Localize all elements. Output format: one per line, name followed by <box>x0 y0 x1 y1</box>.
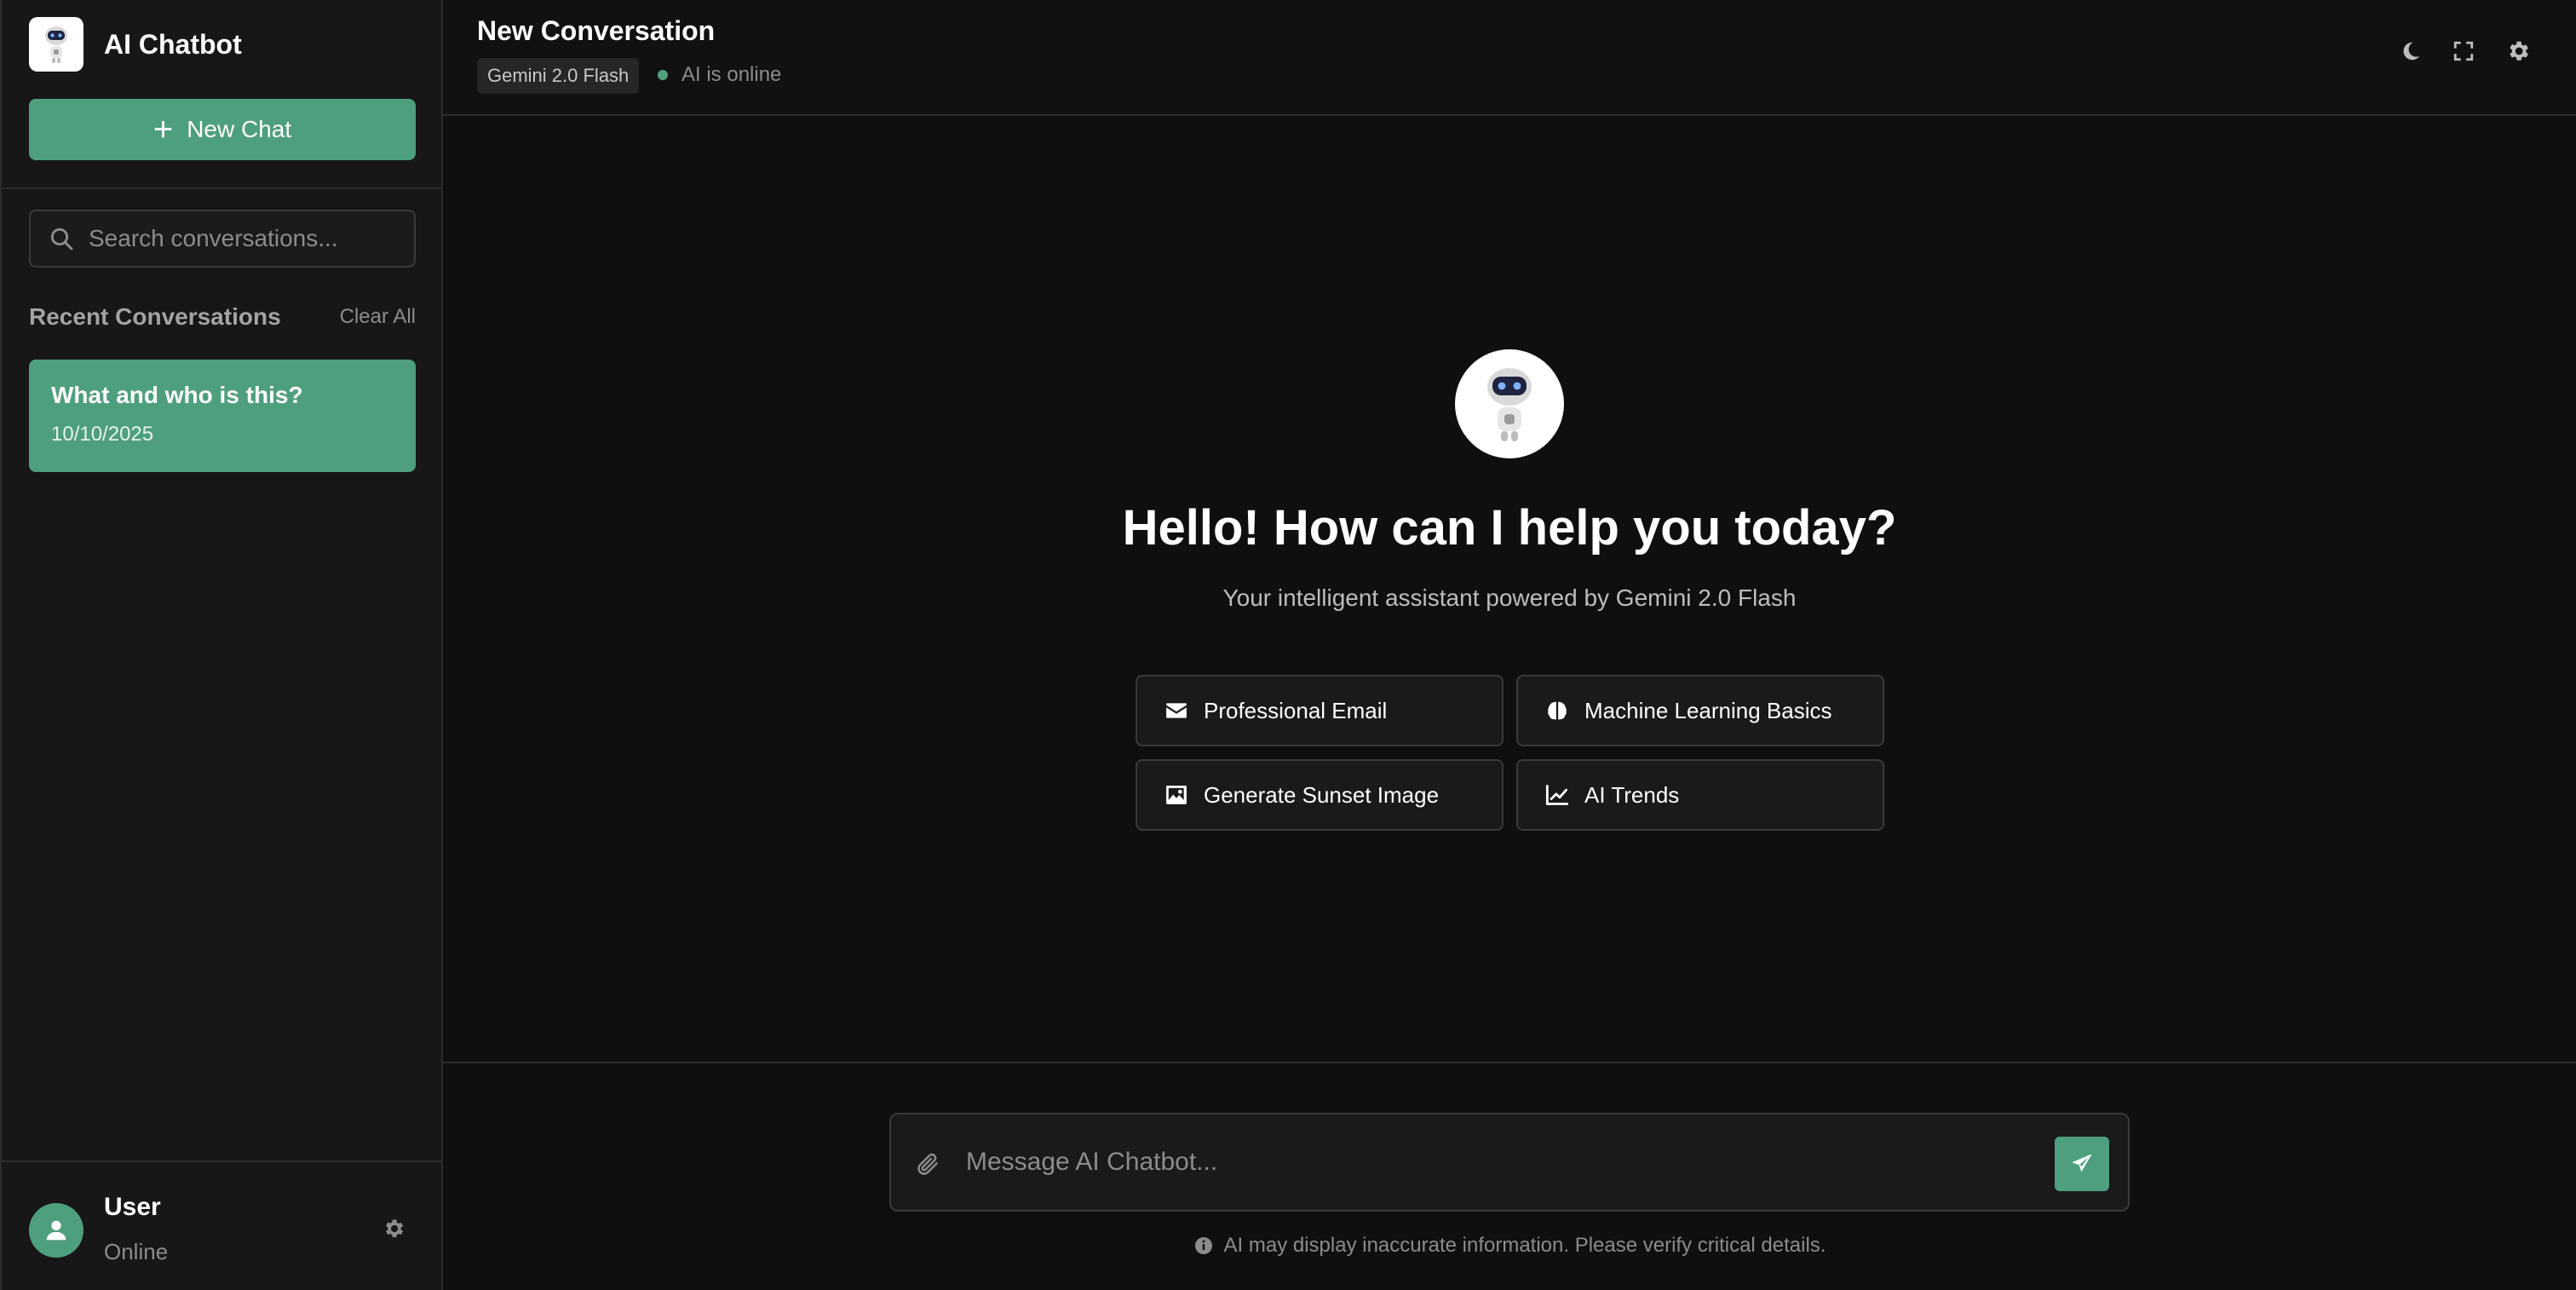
image-icon <box>1164 783 1188 807</box>
model-badge: Gemini 2.0 Flash <box>477 58 640 94</box>
recent-header: Recent Conversations Clear All <box>29 303 416 331</box>
attach-button[interactable] <box>915 1150 940 1182</box>
message-composer <box>889 1113 2130 1212</box>
fullscreen-button[interactable] <box>2447 34 2481 68</box>
sidebar-divider <box>2 187 443 189</box>
search-box[interactable] <box>29 210 416 268</box>
brand: AI Chatbot <box>29 17 242 72</box>
suggestion-label: Professional Email <box>1204 697 1388 723</box>
user-icon <box>46 1220 66 1241</box>
disclaimer-text: AI may display inaccurate information. P… <box>1223 1234 1826 1257</box>
fullscreen-icon <box>2453 41 2474 61</box>
moon-icon <box>2403 42 2420 60</box>
suggestion-label: AI Trends <box>1584 781 1680 808</box>
envelope-icon <box>1164 699 1188 723</box>
assistant-avatar <box>1455 349 1564 458</box>
search-input[interactable] <box>89 225 395 252</box>
new-chat-button[interactable]: + New Chat <box>29 99 416 160</box>
sidebar: AI Chatbot + New Chat Recent Conversatio… <box>0 0 443 1290</box>
plus-icon: + <box>152 111 174 148</box>
message-input[interactable] <box>966 1143 1988 1181</box>
chart-line-icon <box>1545 783 1569 807</box>
new-chat-label: New Chat <box>187 116 292 142</box>
chat-header: New Conversation Gemini 2.0 Flash AI is … <box>443 0 2576 116</box>
conversation-date: 10/10/2025 <box>51 423 154 446</box>
ai-status-text: AI is online <box>681 63 782 86</box>
welcome-subtitle: Your intelligent assistant powered by Ge… <box>1222 585 1797 611</box>
send-icon <box>2072 1154 2092 1172</box>
conversation-heading: New Conversation <box>477 15 716 46</box>
conversation-title: What and who is this? <box>51 382 303 408</box>
search-icon <box>50 227 73 251</box>
suggestion-machine-learning-basics[interactable]: Machine Learning Basics <box>1516 675 1884 746</box>
user-settings-button[interactable] <box>382 1217 405 1245</box>
settings-button[interactable] <box>2501 34 2535 68</box>
paperclip-icon <box>917 1153 938 1175</box>
suggestion-label: Machine Learning Basics <box>1584 697 1832 723</box>
online-status-dot <box>658 70 668 80</box>
brain-icon <box>1545 699 1569 723</box>
robot-icon <box>1487 368 1532 441</box>
robot-icon <box>29 17 83 72</box>
welcome-title: Hello! How can I help you today? <box>1122 500 1897 556</box>
user-avatar[interactable] <box>29 1203 83 1258</box>
info-icon <box>1193 1235 1214 1256</box>
gear-icon <box>386 1219 404 1238</box>
disclaimer: AI may display inaccurate information. P… <box>889 1234 2130 1258</box>
user-name: User <box>104 1193 161 1221</box>
suggestion-professional-email[interactable]: Professional Email <box>1136 675 1504 746</box>
composer-divider <box>443 1062 2576 1063</box>
conversation-item[interactable]: What and who is this? 10/10/2025 <box>29 360 416 472</box>
suggestion-generate-sunset-image[interactable]: Generate Sunset Image <box>1136 759 1504 831</box>
suggestion-label: Generate Sunset Image <box>1204 781 1440 808</box>
send-button[interactable] <box>2055 1137 2109 1191</box>
gear-icon <box>2510 41 2528 60</box>
user-status: Online <box>104 1239 169 1264</box>
recent-conversations-title: Recent Conversations <box>29 303 281 330</box>
clear-all-button[interactable]: Clear All <box>340 305 416 329</box>
suggestion-ai-trends[interactable]: AI Trends <box>1516 759 1884 831</box>
app-title: AI Chatbot <box>104 28 242 60</box>
sidebar-footer-divider <box>2 1160 443 1162</box>
theme-toggle-button[interactable] <box>2394 34 2428 68</box>
